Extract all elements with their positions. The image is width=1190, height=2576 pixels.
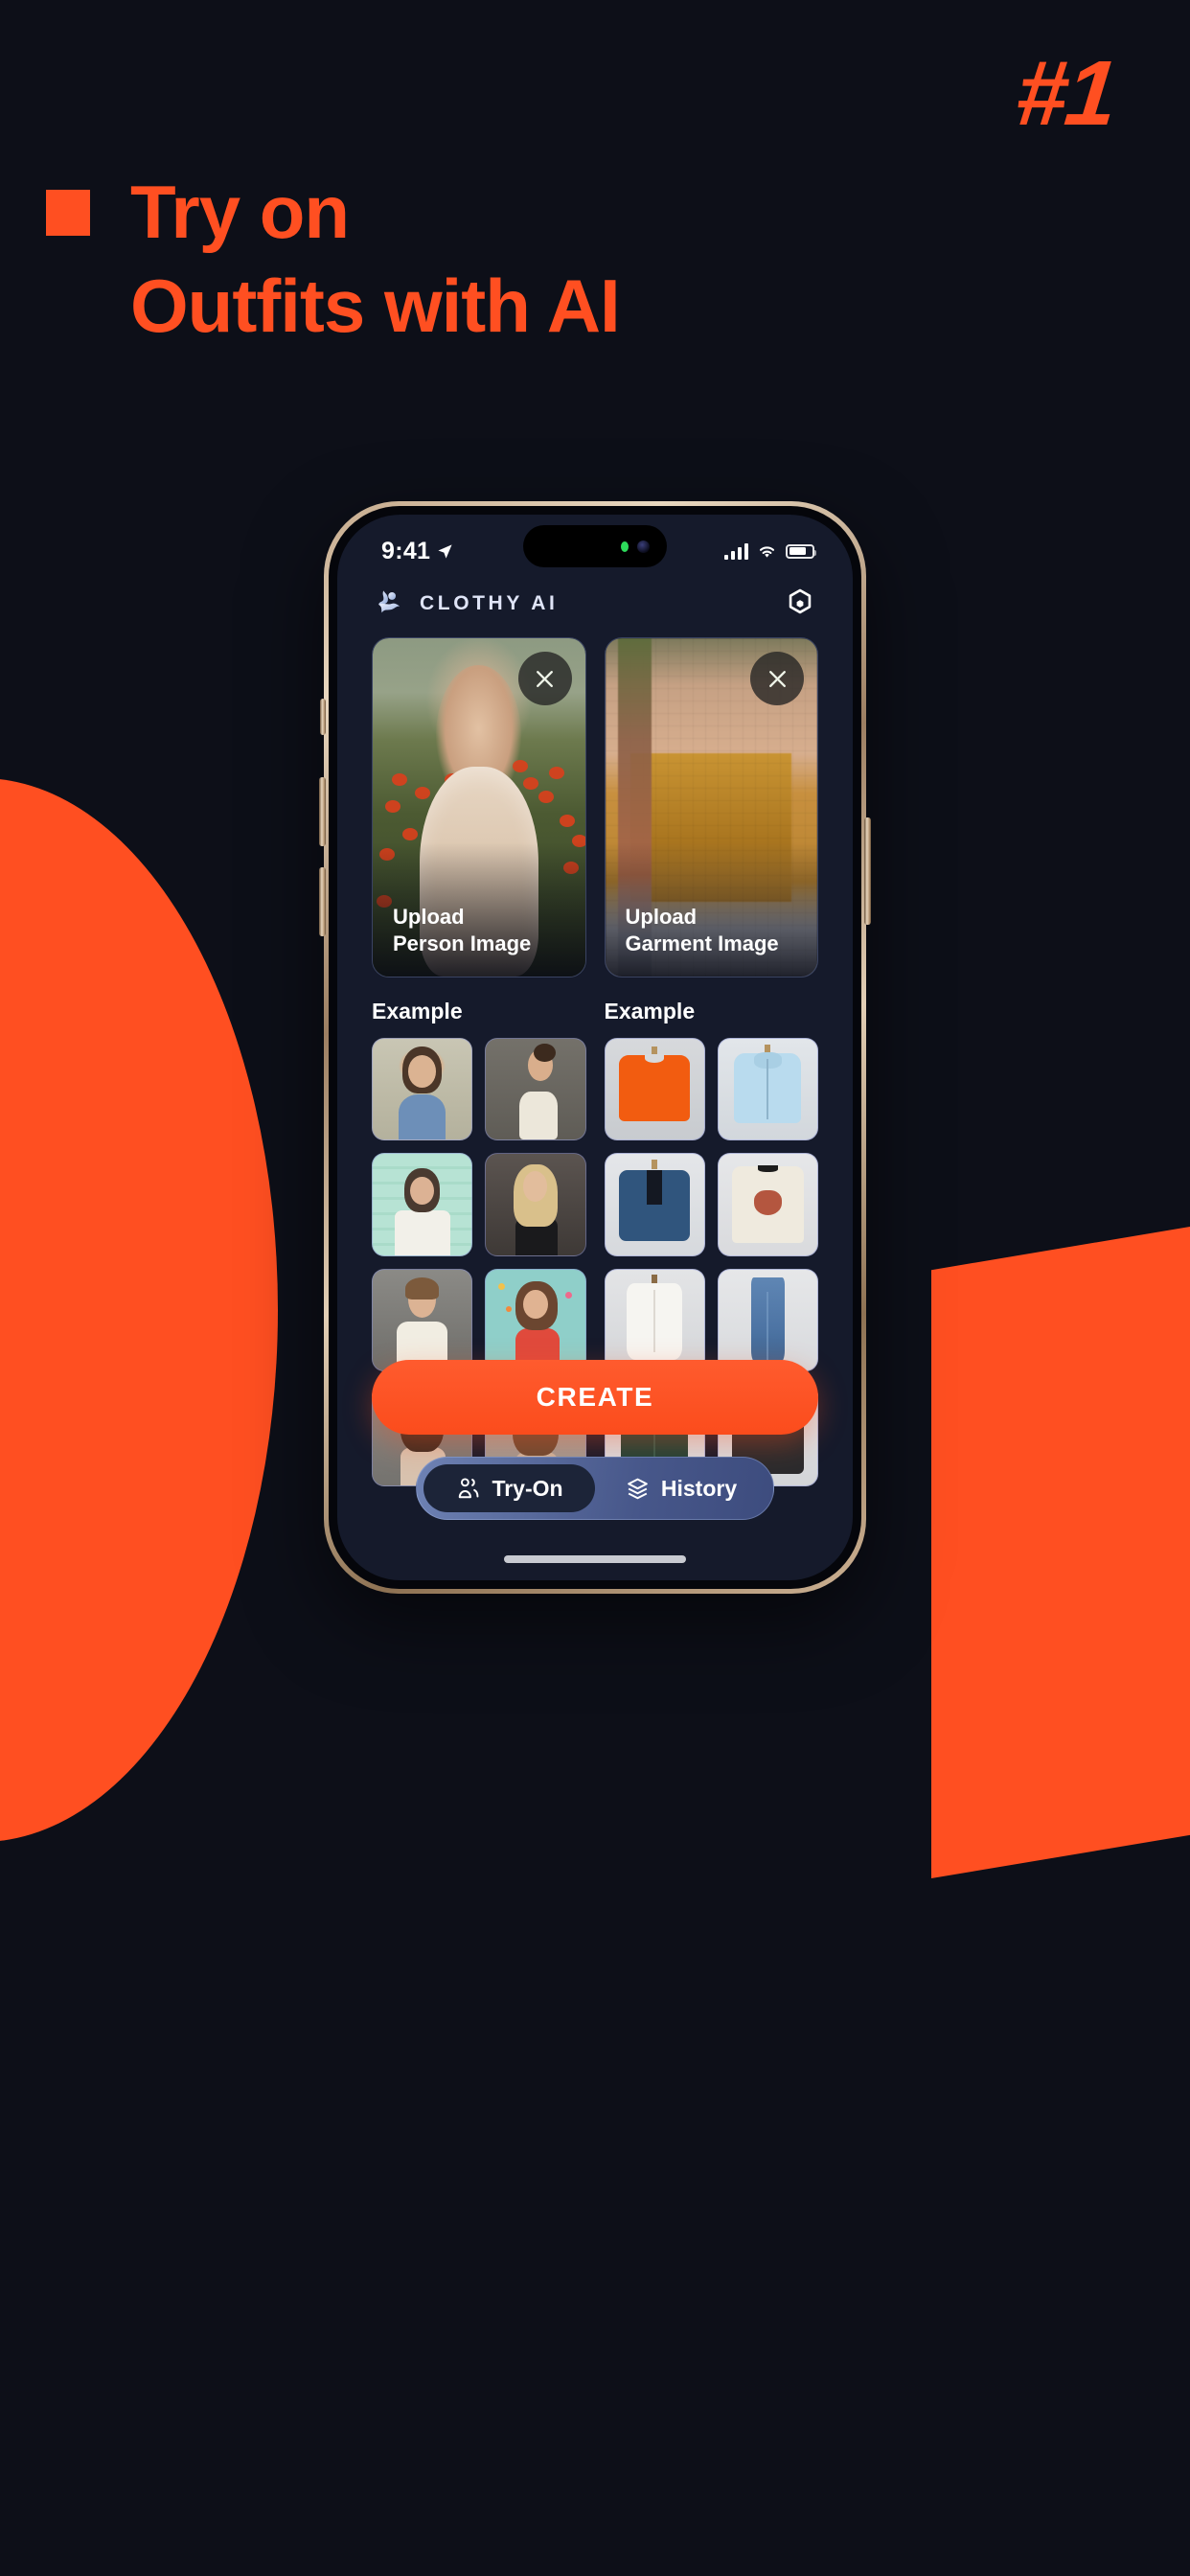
phone-mockup: 9:41 CLOTHY AI Upload Person Image Uploa…	[87, 501, 1103, 2332]
upload-garment-label-line1: Upload	[625, 904, 698, 929]
remove-person-image-button[interactable]	[517, 652, 572, 705]
person-thumb-0[interactable]	[372, 1038, 473, 1141]
dynamic-island	[523, 525, 667, 567]
status-time-group: 9:41	[381, 538, 453, 565]
remove-garment-image-button[interactable]	[750, 652, 804, 705]
status-time: 9:41	[381, 537, 431, 564]
person-thumb-2[interactable]	[372, 1153, 473, 1256]
location-arrow-icon	[438, 543, 452, 559]
upload-person-label-line2: Person Image	[393, 932, 532, 956]
upload-person-label: Upload Person Image	[393, 904, 531, 958]
headline-line-2: Outfits with AI	[130, 263, 621, 348]
bottom-tab-bar: Try-On History	[416, 1457, 774, 1520]
status-icons	[723, 542, 816, 560]
upload-person-card[interactable]: Upload Person Image	[372, 637, 586, 978]
brand-name: CLOTHY AI	[420, 592, 559, 614]
garment-thumb-2[interactable]	[604, 1153, 705, 1256]
garment-thumb-5[interactable]	[717, 1268, 818, 1372]
garment-thumb-0[interactable]	[604, 1038, 705, 1141]
headline: Try on Outfits with AI	[46, 170, 1004, 348]
create-button-wrapper: CREATE	[372, 1360, 818, 1435]
person-group-icon	[459, 1477, 479, 1498]
brand: CLOTHY AI	[374, 587, 558, 620]
person-thumb-3[interactable]	[485, 1153, 586, 1256]
person-thumb-1[interactable]	[485, 1038, 586, 1141]
gear-icon	[789, 588, 812, 614]
upload-garment-label-line2: Garment Image	[625, 932, 779, 956]
garment-examples-title: Example	[604, 999, 696, 1024]
phone-bezel: 9:41 CLOTHY AI Upload Person Image Uploa…	[329, 506, 861, 1589]
tab-try-on[interactable]: Try-On	[423, 1464, 595, 1512]
rank-badge: #1	[1011, 42, 1121, 145]
tab-try-on-label: Try-On	[492, 1475, 563, 1501]
app-header: CLOTHY AI	[337, 574, 853, 637]
headline-line-1: Try on	[130, 170, 350, 254]
phone-screen: 9:41 CLOTHY AI Upload Person Image Uploa…	[337, 515, 853, 1580]
upload-garment-card[interactable]: Upload Garment Image	[604, 637, 818, 978]
garment-thumb-4[interactable]	[604, 1268, 705, 1372]
upload-person-label-line1: Upload	[393, 904, 465, 929]
person-thumb-5[interactable]	[485, 1268, 586, 1372]
tab-history[interactable]: History	[595, 1464, 767, 1512]
clothy-figure-logo	[378, 590, 400, 613]
upload-garment-label: Upload Garment Image	[626, 904, 779, 958]
home-indicator[interactable]	[504, 1555, 686, 1563]
settings-button[interactable]	[780, 584, 820, 624]
close-icon	[768, 670, 786, 687]
mute-switch[interactable]	[320, 699, 326, 735]
recording-indicator-icon	[621, 540, 629, 552]
phone-frame: 9:41 CLOTHY AI Upload Person Image Uploa…	[319, 501, 871, 1594]
garment-thumb-1[interactable]	[717, 1038, 818, 1141]
tab-history-label: History	[660, 1475, 738, 1501]
wifi-icon	[759, 546, 775, 558]
status-bar: 9:41	[337, 515, 853, 574]
upload-cards-row: Upload Person Image Upload Garment Image	[337, 637, 853, 978]
garment-thumb-3[interactable]	[717, 1153, 818, 1256]
layers-stack-icon	[628, 1478, 648, 1499]
close-icon	[537, 670, 553, 687]
power-button[interactable]	[864, 817, 871, 925]
person-examples-title: Example	[372, 999, 463, 1024]
volume-down-button[interactable]	[319, 867, 326, 936]
volume-up-button[interactable]	[319, 777, 326, 846]
battery-icon	[786, 543, 816, 559]
person-thumb-4[interactable]	[372, 1268, 473, 1372]
front-camera-icon	[637, 540, 650, 553]
square-bullet-icon	[46, 189, 90, 236]
create-button[interactable]: CREATE	[372, 1360, 818, 1435]
cellular-signal-icon	[723, 542, 748, 560]
